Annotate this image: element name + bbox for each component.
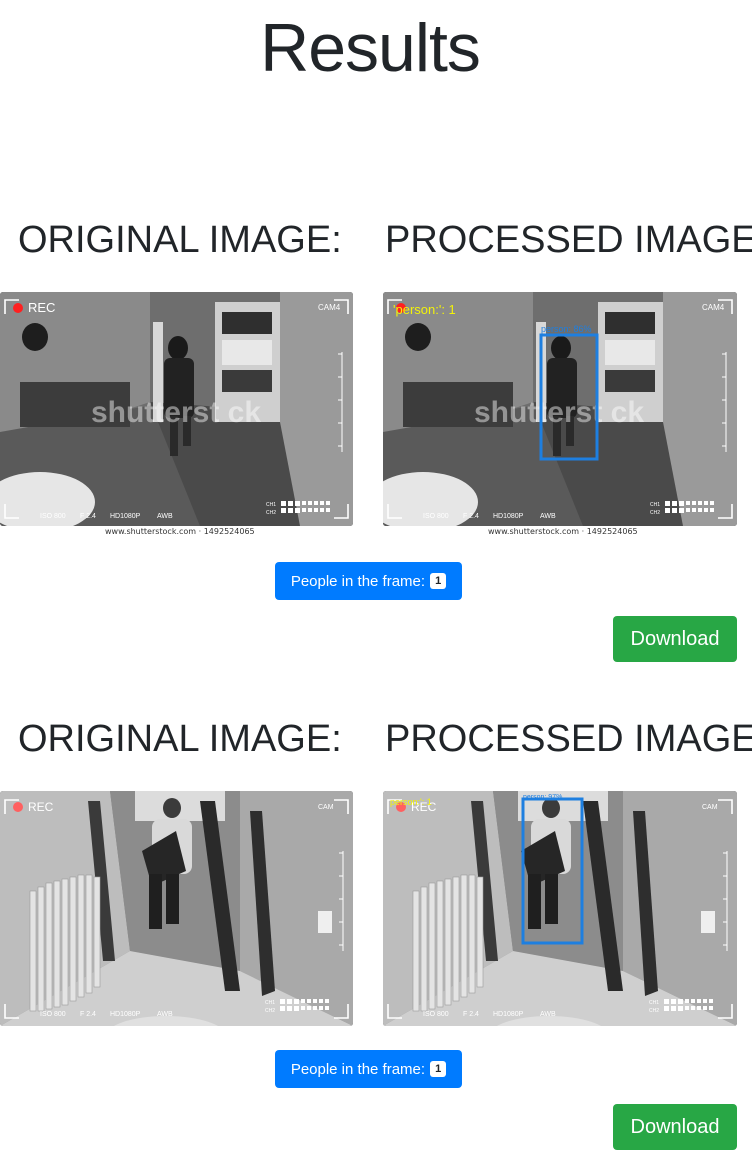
osd-res: HD1080P bbox=[110, 1011, 141, 1018]
processed-image: REC CAM ISO 800 F 2.4 HD1080P AWB CH1 CH… bbox=[383, 791, 737, 1026]
download-button[interactable]: Download bbox=[613, 616, 737, 662]
rec-dot-icon bbox=[13, 802, 23, 812]
overlay-count-text: 'person:': 1 bbox=[393, 302, 456, 317]
osd-res: HD1080P bbox=[493, 513, 524, 520]
osd-awb: AWB bbox=[540, 513, 556, 520]
cam-label: CAM bbox=[318, 804, 334, 811]
people-count-button[interactable]: People in the frame: 1 bbox=[275, 1050, 462, 1088]
people-count-badge: 1 bbox=[430, 573, 447, 589]
osd-f: F 2.4 bbox=[80, 1011, 96, 1018]
osd-f: F 2.4 bbox=[463, 1011, 479, 1018]
processed-image-heading: PROCESSED IMAGE: bbox=[385, 718, 752, 760]
osd-iso: ISO 800 bbox=[423, 1011, 449, 1018]
osd-awb: AWB bbox=[157, 1011, 173, 1018]
osd-awb: AWB bbox=[157, 513, 173, 520]
cam-label: CAM4 bbox=[318, 303, 341, 312]
cam-label: CAM bbox=[702, 804, 718, 811]
people-count-badge: 1 bbox=[430, 1061, 447, 1077]
radiator-icon bbox=[29, 874, 101, 1012]
ch1-label: CH1 bbox=[650, 502, 660, 508]
detection-label: person: 86% bbox=[541, 324, 592, 334]
download-button[interactable]: Download bbox=[613, 1104, 737, 1150]
ch2-label: CH2 bbox=[649, 1008, 659, 1014]
people-count-label: People in the frame: bbox=[290, 572, 426, 590]
osd-f: F 2.4 bbox=[463, 513, 479, 520]
watermark-text: shutterst ck bbox=[474, 396, 644, 429]
ch1-label: CH1 bbox=[266, 502, 276, 508]
original-image-caption: www.shutterstock.com · 1492524065 bbox=[105, 527, 255, 536]
watermark-text: shutterst ck bbox=[91, 396, 261, 429]
osd-f: F 2.4 bbox=[80, 513, 96, 520]
osd-awb: AWB bbox=[540, 1011, 556, 1018]
osd-iso: ISO 800 bbox=[423, 513, 449, 520]
ch2-label: CH2 bbox=[265, 1008, 275, 1014]
ch2-label: CH2 bbox=[266, 510, 276, 516]
original-image-heading: ORIGINAL IMAGE: bbox=[18, 219, 342, 261]
processed-image-heading: PROCESSED IMAGE: bbox=[385, 219, 752, 261]
original-image: shutterst ck REC CAM4 ISO 800 F 2.4 HD10… bbox=[0, 292, 353, 526]
ch2-label: CH2 bbox=[650, 510, 660, 516]
page-title: Results bbox=[260, 10, 481, 86]
processed-image-caption: www.shutterstock.com · 1492524065 bbox=[488, 527, 638, 536]
osd-res: HD1080P bbox=[110, 513, 141, 520]
processed-image: shutterst ck CAM4 ISO 800 F 2.4 HD1080P … bbox=[383, 292, 737, 526]
rec-label: REC bbox=[28, 300, 55, 315]
osd-res: HD1080P bbox=[493, 1011, 524, 1018]
people-count-label: People in the frame: bbox=[290, 1060, 426, 1078]
rec-label: REC bbox=[28, 800, 54, 814]
detection-label: person: 97% bbox=[523, 794, 562, 801]
overlay-count-text: person:': 1 bbox=[390, 797, 432, 807]
cam-label: CAM4 bbox=[702, 303, 725, 312]
ch1-label: CH1 bbox=[265, 1000, 275, 1006]
people-count-button[interactable]: People in the frame: 1 bbox=[275, 562, 462, 600]
ch1-label: CH1 bbox=[649, 1000, 659, 1006]
osd-iso: ISO 800 bbox=[40, 1011, 66, 1018]
original-image: REC CAM ISO 800 F 2.4 HD1080P AWB CH1 CH… bbox=[0, 791, 353, 1026]
osd-iso: ISO 800 bbox=[40, 513, 66, 520]
radiator-icon bbox=[412, 874, 484, 1012]
original-image-heading: ORIGINAL IMAGE: bbox=[18, 718, 342, 760]
rec-dot-icon bbox=[13, 303, 23, 313]
